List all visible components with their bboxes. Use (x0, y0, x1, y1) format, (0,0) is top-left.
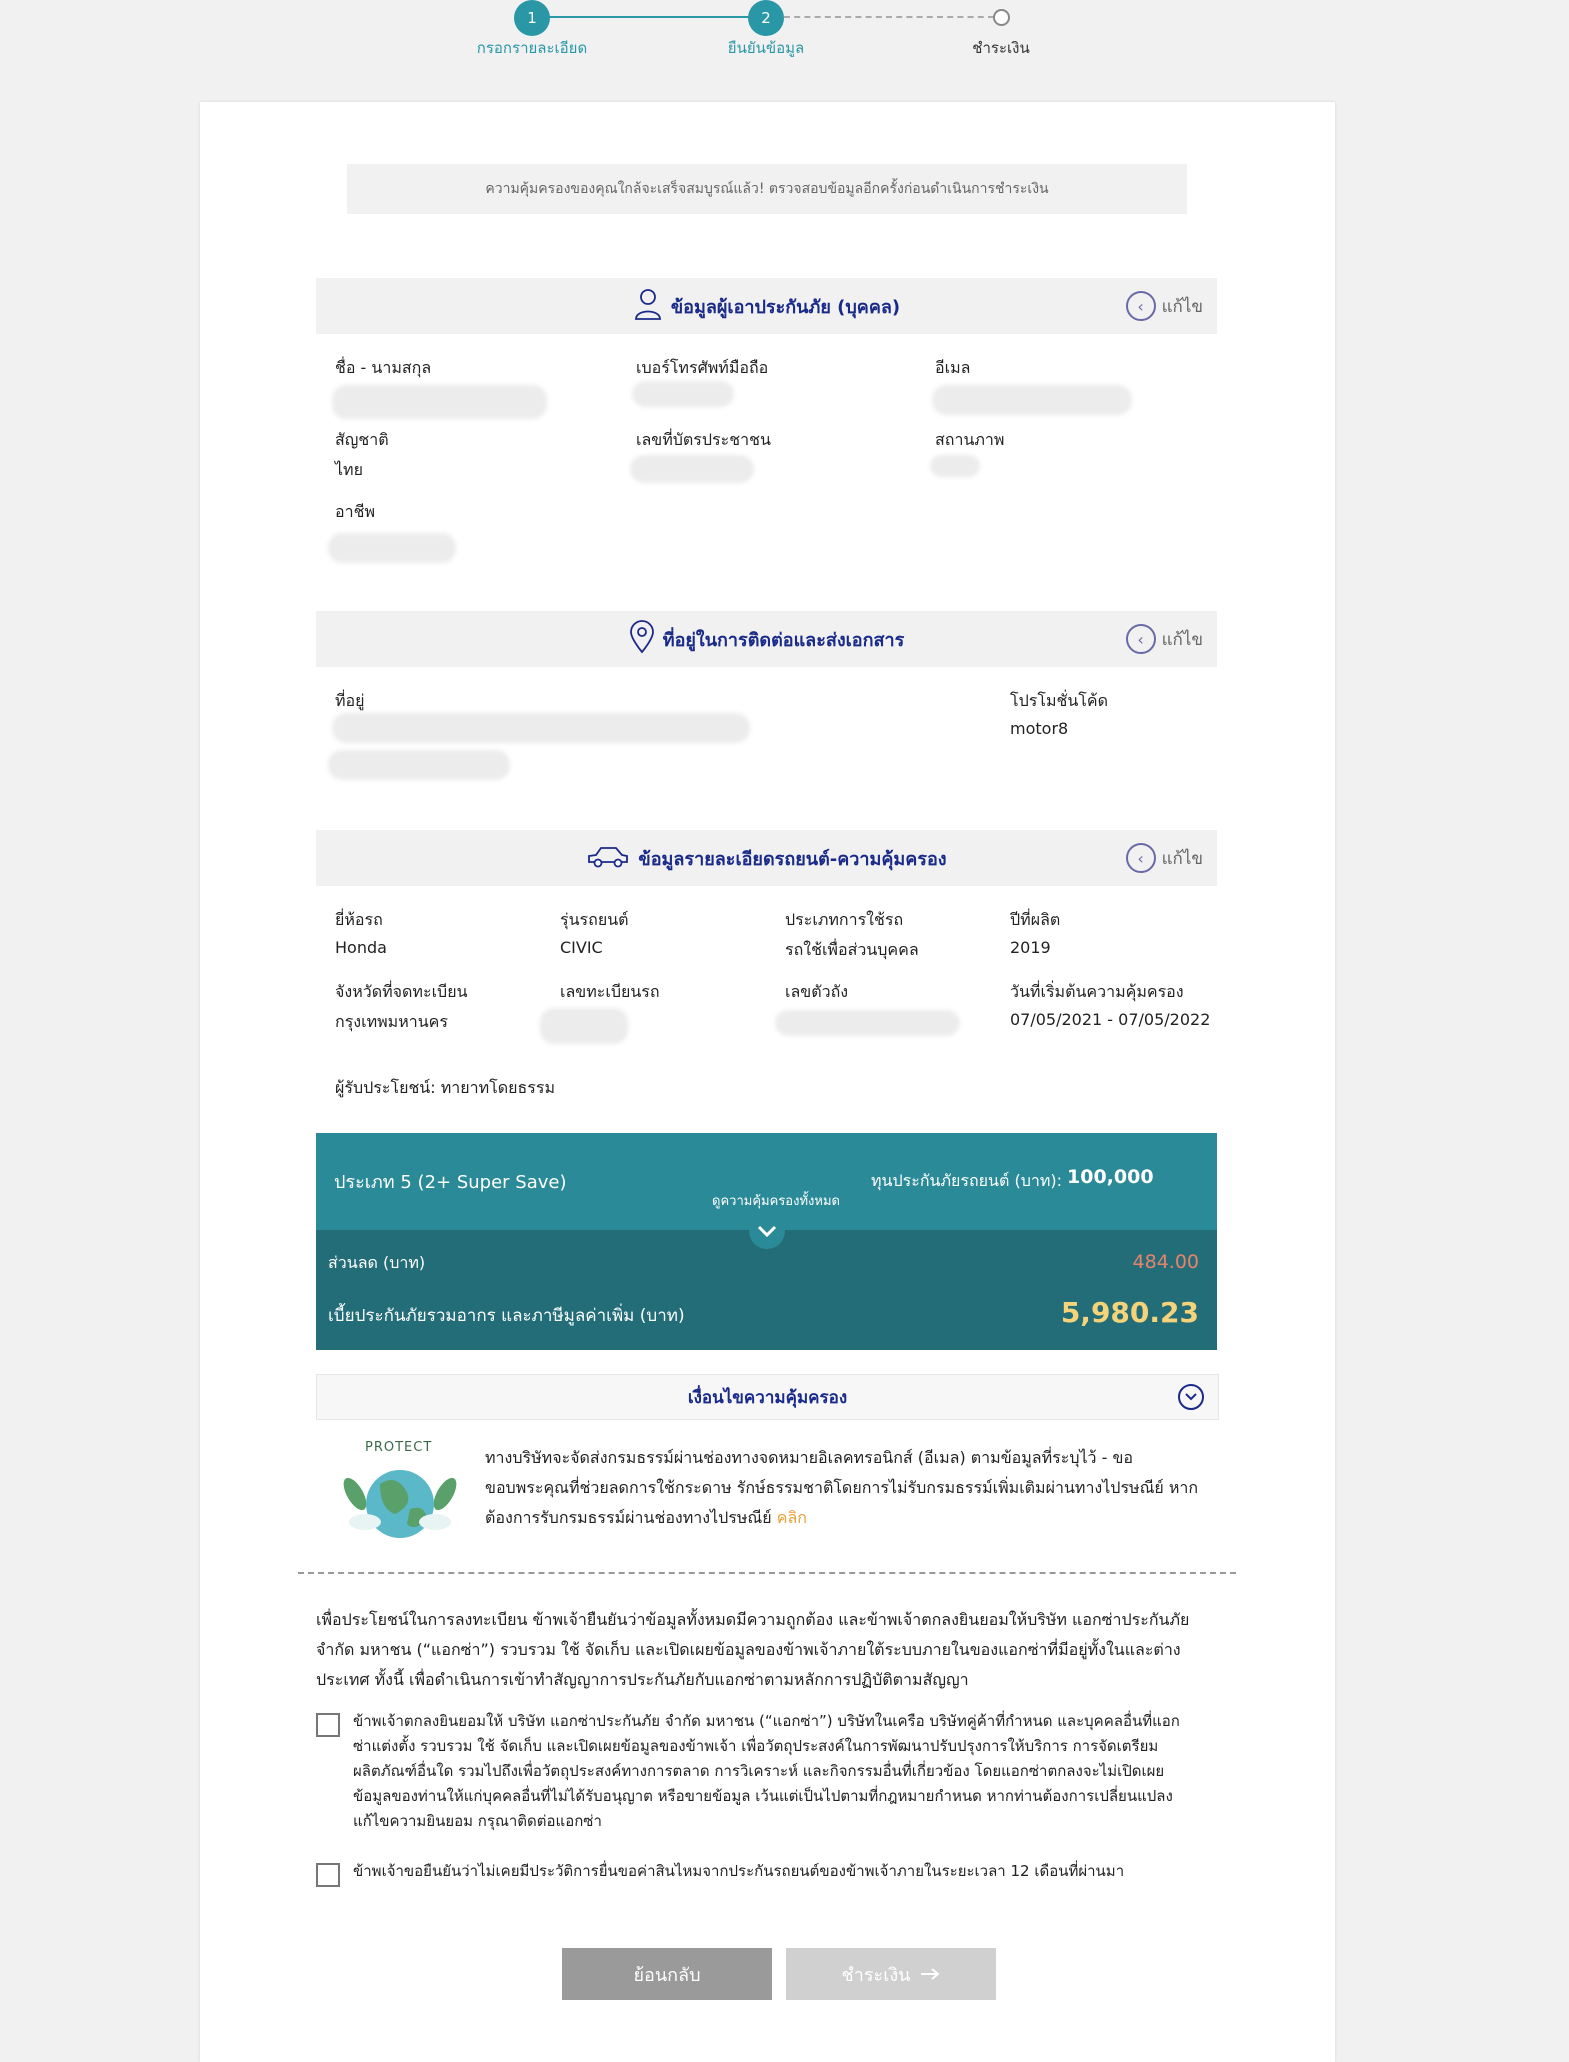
province-value: กรุงเทพมหานคร (335, 1012, 448, 1031)
step-line-complete (530, 16, 766, 18)
model-label: รุ่นรถยนต์ (560, 910, 629, 929)
insured-section-header: ข้อมูลผู้เอาประกันภัย (บุคคล) ‹ แก้ไข (316, 278, 1217, 334)
id-card-label: เลขที่บัตรประชาชน (636, 430, 771, 449)
province-label: จังหวัดที่จดทะเบียน (335, 982, 468, 1001)
marital-status-label: สถานภาพ (935, 430, 1005, 449)
phone-label: เบอร์โทรศัพท์มือถือ (636, 358, 769, 377)
address-redacted-2 (328, 750, 510, 780)
premium-value: 5,980.23 (1060, 1296, 1199, 1329)
chevron-left-icon: ‹ (1125, 843, 1156, 873)
step-2-circle: 2 (748, 0, 784, 36)
conditions-title: เงื่อนไขความคุ้มครอง (687, 1387, 848, 1408)
occupation-redacted (328, 533, 456, 563)
address-label: ที่อยู่ (335, 691, 365, 710)
consent-checkbox-2-label: ข้าพเจ้าขอยืนยันว่าไม่เคยมีประวัติการยื่… (353, 1862, 1125, 1880)
beneficiary: ผู้รับประโยชน์: ทายาทโดยธรรม (335, 1078, 556, 1097)
name-label: ชื่อ - นามสกุล (335, 358, 432, 377)
email-redacted (932, 385, 1132, 415)
address-redacted-1 (332, 713, 750, 743)
protect-text: ทางบริษัทจะจัดส่งกรมธรรม์ผ่านช่องทางจดหม… (485, 1443, 1205, 1533)
vehicle-section-title: ข้อมูลรายละเอียดรถยนต์-ความคุ้มครอง (638, 848, 947, 870)
plan-name: ประเภท 5 (2+ Super Save) (334, 1172, 567, 1193)
chevron-down-circle-icon (1178, 1384, 1204, 1410)
back-button[interactable]: ย้อนกลับ (562, 1948, 772, 2000)
pay-button-label: ชำระเงิน (841, 1964, 911, 1986)
arrow-right-icon (920, 1964, 941, 1985)
edit-label: แก้ไข (1161, 848, 1203, 869)
protect-click-link[interactable]: คลิก (777, 1508, 807, 1527)
usage-value: รถใช้เพื่อส่วนบุคคล (785, 940, 919, 959)
coverage-period-label: วันที่เริ่มต้นความคุ้มครอง (1010, 982, 1184, 1001)
sum-insured-value: 100,000 (1067, 1166, 1154, 1188)
chassis-label: เลขตัวถัง (785, 982, 849, 1001)
address-edit-button[interactable]: ‹ แก้ไข (1125, 624, 1203, 654)
completion-notice: ความคุ้มครองของคุณใกล้จะเสร็จสมบูรณ์แล้ว… (347, 164, 1187, 214)
step-line-pending (784, 16, 994, 18)
step-3-circle (993, 9, 1010, 26)
pay-button[interactable]: ชำระเงิน (786, 1948, 996, 2000)
occupation-label: อาชีพ (335, 502, 375, 521)
premium-label: เบี้ยประกันภัยรวมอากร และภาษีมูลค่าเพิ่ม… (328, 1306, 685, 1326)
step-2-label: ยืนยันข้อมูล (727, 39, 805, 57)
usage-label: ประเภทการใช้รถ (785, 910, 904, 929)
address-section-header: ที่อยู่ในการติดต่อและส่งเอกสาร ‹ แก้ไข (316, 611, 1217, 667)
edit-label: แก้ไข (1161, 296, 1203, 317)
insured-edit-button[interactable]: ‹ แก้ไข (1125, 291, 1203, 321)
step-1-circle: 1 (514, 0, 550, 36)
phone-redacted (632, 381, 734, 407)
insured-section-title: ข้อมูลผู้เอาประกันภัย (บุคคล) (670, 296, 901, 318)
edit-label: แก้ไข (1161, 629, 1203, 650)
promo-code-label: โปรโมชั่นโค้ด (1010, 691, 1108, 710)
step-3-label: ชำระเงิน (972, 39, 1030, 57)
marital-status-redacted (930, 455, 980, 477)
plate-redacted (540, 1008, 628, 1044)
protect-badge-text: PROTECT (365, 1440, 433, 1455)
chevron-left-icon: ‹ (1125, 624, 1156, 654)
view-all-coverage-link[interactable]: ดูความคุ้มครองทั้งหมด (696, 1190, 856, 1211)
chevron-down-icon (757, 1222, 777, 1241)
expand-coverage-button[interactable] (749, 1213, 785, 1249)
discount-value: 484.00 (1132, 1251, 1199, 1273)
plan-summary: ประเภท 5 (2+ Super Save) ดูความคุ้มครองท… (316, 1133, 1217, 1350)
consent-checkbox-1[interactable] (316, 1713, 340, 1737)
vehicle-edit-button[interactable]: ‹ แก้ไข (1125, 843, 1203, 873)
consent-checkbox-2[interactable] (316, 1863, 340, 1887)
chassis-redacted (775, 1010, 960, 1036)
coverage-period-value: 07/05/2021 - 07/05/2022 (1010, 1010, 1211, 1029)
car-icon (586, 843, 630, 873)
sum-insured-label: ทุนประกันภัยรถยนต์ (บาท): (871, 1171, 1063, 1190)
divider (298, 1572, 1236, 1574)
promo-code-value: motor8 (1010, 719, 1069, 738)
brand-label: ยี่ห้อรถ (335, 910, 383, 929)
nationality-value: ไทย (335, 460, 363, 479)
step-1-label: กรอกรายละเอียด (476, 39, 588, 57)
chevron-left-icon: ‹ (1125, 291, 1156, 321)
year-label: ปีที่ผลิต (1010, 910, 1061, 929)
model-value: CIVIC (560, 938, 603, 957)
nationality-label: สัญชาติ (335, 430, 389, 449)
plate-label: เลขทะเบียนรถ (560, 982, 660, 1001)
person-icon (633, 287, 663, 325)
vehicle-section-header: ข้อมูลรายละเอียดรถยนต์-ความคุ้มครอง ‹ แก… (316, 830, 1217, 886)
consent-checkbox-1-label: ข้าพเจ้าตกลงยินยอมให้ บริษัท แอกซ่าประกั… (353, 1712, 1180, 1830)
protect-badge: PROTECT (335, 1440, 465, 1540)
coverage-conditions-toggle[interactable]: เงื่อนไขความคุ้มครอง (316, 1374, 1219, 1420)
email-label: อีเมล (935, 358, 971, 377)
brand-value: Honda (335, 938, 387, 957)
consent-main-text: เพื่อประโยชน์ในการลงทะเบียน ข้าพเจ้ายืนย… (316, 1610, 1190, 1689)
protect-text-body: ทางบริษัทจะจัดส่งกรมธรรม์ผ่านช่องทางจดหม… (485, 1448, 1199, 1527)
location-pin-icon (629, 620, 655, 658)
name-redacted (332, 385, 547, 419)
id-card-redacted (630, 455, 754, 483)
year-value: 2019 (1010, 938, 1051, 957)
address-section-title: ที่อยู่ในการติดต่อและส่งเอกสาร (662, 629, 905, 651)
discount-label: ส่วนลด (บาท) (328, 1253, 426, 1272)
